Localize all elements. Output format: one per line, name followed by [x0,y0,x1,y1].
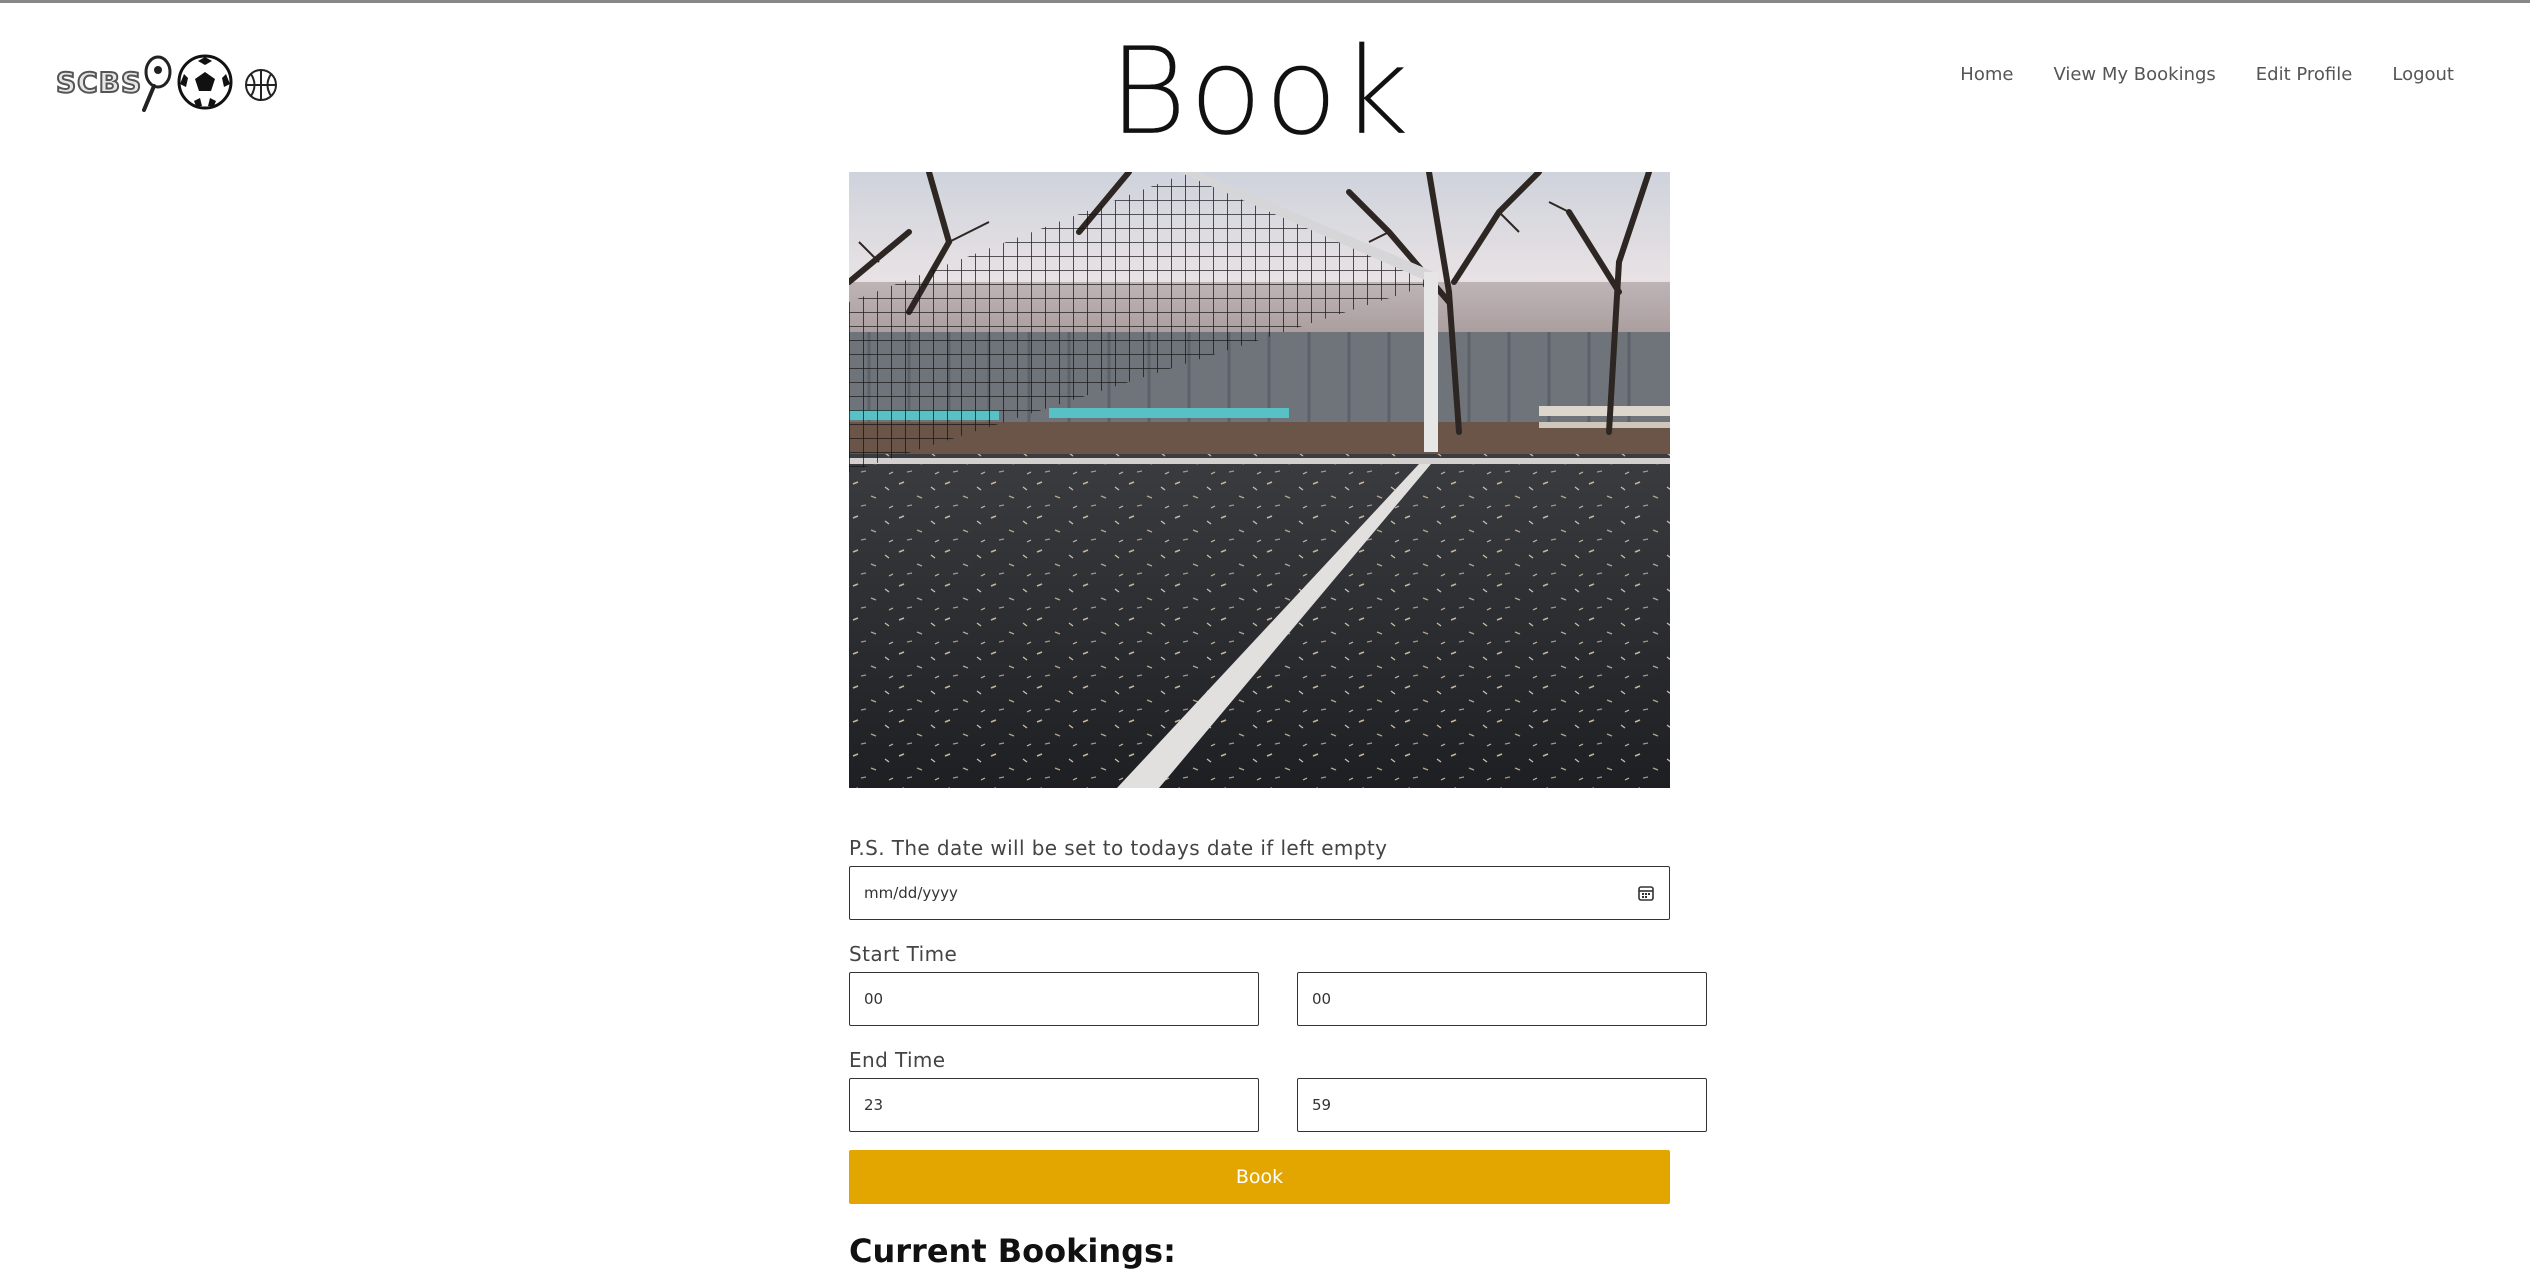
soccer-ball-icon [177,54,233,110]
date-note-label: P.S. The date will be set to todays date… [849,836,1388,860]
book-button[interactable]: Book [849,1150,1670,1204]
basketball-icon [245,69,277,101]
end-time-label: End Time [849,1048,946,1072]
end-minute-input[interactable]: 59 [1297,1078,1707,1132]
nav-edit-profile[interactable]: Edit Profile [2256,64,2353,85]
date-placeholder: mm/dd/yyyy [864,884,958,902]
start-time-label: Start Time [849,942,958,966]
racket-icon [142,55,172,112]
calendar-icon[interactable] [1637,884,1655,902]
date-input[interactable]: mm/dd/yyyy [849,866,1670,920]
start-hour-value: 00 [864,990,884,1008]
start-minute-value: 00 [1312,990,1332,1008]
booking-form: P.S. The date will be set to todays date… [849,836,1709,1204]
top-border [0,0,2530,3]
nav-view-my-bookings[interactable]: View My Bookings [2053,64,2215,85]
start-hour-input[interactable]: 00 [849,972,1259,1026]
start-minute-input[interactable]: 00 [1297,972,1707,1026]
end-hour-value: 23 [864,1096,884,1114]
site-logo[interactable]: SCBS [55,52,282,116]
nav-logout[interactable]: Logout [2392,64,2454,85]
logo-text: SCBS [55,65,143,100]
current-bookings-heading: Current Bookings: [849,1232,1176,1270]
end-minute-value: 59 [1312,1096,1332,1114]
court-photo [849,172,1670,788]
logo-sports-icons [142,54,277,112]
main-nav: Home View My Bookings Edit Profile Logou… [1960,64,2454,85]
nav-home[interactable]: Home [1960,64,2013,85]
end-hour-input[interactable]: 23 [849,1078,1259,1132]
